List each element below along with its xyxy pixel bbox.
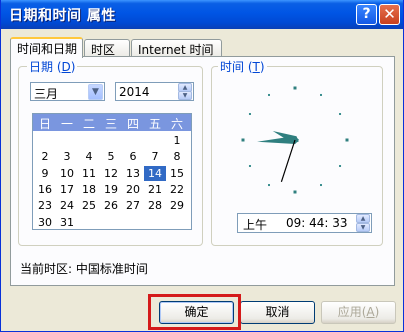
apply-hotkey: A bbox=[366, 305, 375, 319]
help-button[interactable]: ? bbox=[356, 4, 377, 25]
clock-tick bbox=[268, 93, 270, 96]
calendar-day[interactable]: 24 bbox=[56, 198, 78, 213]
clock-tick bbox=[339, 165, 342, 167]
clock-tick bbox=[293, 86, 297, 90]
calendar-day[interactable]: 25 bbox=[78, 198, 100, 213]
chevron-down-icon[interactable]: ▼ bbox=[88, 84, 103, 100]
ampm-value[interactable]: 上午 bbox=[243, 216, 267, 233]
calendar-day[interactable]: 20 bbox=[122, 182, 144, 197]
calendar-day[interactable]: 2 bbox=[34, 149, 56, 164]
calendar-day[interactable]: 7 bbox=[144, 149, 166, 164]
time-field[interactable]: 上午 09: 44: 33 ▲ ▼ bbox=[237, 213, 372, 233]
calendar-day[interactable]: 8 bbox=[166, 149, 188, 164]
calendar-day[interactable]: 18 bbox=[78, 182, 100, 197]
weekday-label: 一 bbox=[60, 117, 73, 131]
calendar-day[interactable]: 29 bbox=[166, 198, 188, 213]
weekday-label: 五 bbox=[148, 117, 161, 131]
window-title: 日期和时间 属性 bbox=[9, 8, 116, 24]
calendar-day[interactable]: 1 bbox=[166, 133, 188, 148]
second-hand bbox=[280, 139, 296, 183]
cancel-button[interactable]: 取消 bbox=[240, 301, 315, 324]
year-value: 2014 bbox=[119, 85, 150, 99]
calendar-day[interactable]: 27 bbox=[122, 198, 144, 213]
current-timezone-text: 当前时区: 中国标准时间 bbox=[20, 262, 148, 276]
month-select[interactable]: 三月 ▼ bbox=[30, 82, 105, 101]
time-value[interactable]: 09: 44: 33 bbox=[286, 216, 348, 230]
analog-clock bbox=[241, 86, 349, 194]
clock-tick bbox=[248, 113, 251, 115]
calendar-day[interactable]: 13 bbox=[122, 166, 144, 181]
calendar-day[interactable]: 6 bbox=[122, 149, 144, 164]
calendar-day[interactable]: 21 bbox=[144, 182, 166, 197]
calendar-day[interactable]: 26 bbox=[100, 198, 122, 213]
calendar-day[interactable]: 5 bbox=[100, 149, 122, 164]
minute-hand bbox=[257, 136, 299, 144]
calendar-day[interactable]: 23 bbox=[34, 198, 56, 213]
time-label-text: 时间 bbox=[220, 60, 245, 74]
spin-down-icon[interactable]: ▼ bbox=[178, 91, 192, 100]
calendar-day[interactable]: 12 bbox=[100, 166, 122, 181]
close-button[interactable]: ✕ bbox=[379, 4, 400, 25]
calendar-day[interactable]: 17 bbox=[56, 182, 78, 197]
calendar-day[interactable]: 31 bbox=[56, 215, 78, 230]
calendar-day[interactable]: 16 bbox=[34, 182, 56, 197]
calendar-day[interactable]: 9 bbox=[34, 166, 56, 181]
tab-internet-time[interactable]: Internet 时间 bbox=[131, 39, 222, 57]
calendar-day[interactable]: 14 bbox=[144, 165, 166, 181]
year-stepper[interactable]: 2014 ▲ ▼ bbox=[115, 82, 194, 101]
clock-tick bbox=[293, 190, 297, 194]
calendar-day[interactable]: 3 bbox=[56, 149, 78, 164]
month-value: 三月 bbox=[34, 87, 59, 101]
time-group-label: 时间 (T) bbox=[218, 58, 267, 75]
time-spin-down-icon[interactable]: ▼ bbox=[356, 223, 370, 232]
tab-time-and-date[interactable]: 时间和日期 bbox=[10, 37, 83, 58]
weekday-label: 三 bbox=[104, 117, 117, 131]
weekday-label: 二 bbox=[82, 117, 95, 131]
clock-tick bbox=[339, 113, 342, 115]
date-hotkey: D bbox=[61, 60, 71, 74]
weekday-label: 六 bbox=[170, 117, 183, 131]
calendar-day[interactable]: 10 bbox=[56, 166, 78, 181]
calendar-day[interactable]: 15 bbox=[166, 166, 188, 181]
tab-timezone[interactable]: 时区 bbox=[84, 39, 130, 57]
weekday-label: 四 bbox=[126, 117, 139, 131]
clock-tick bbox=[248, 165, 251, 167]
calendar-day[interactable]: 28 bbox=[144, 198, 166, 213]
calendar-day[interactable]: 19 bbox=[100, 182, 122, 197]
time-spin-up-icon[interactable]: ▲ bbox=[356, 214, 370, 223]
calendar-grid[interactable]: 日一二三四五六 1 2 3 4 5 6 7 8 9 10 11 12 13 14 15 16 17 18 19 20 2… bbox=[32, 113, 192, 230]
title-bar[interactable]: 日期和时间 属性 ? ✕ bbox=[1, 0, 403, 29]
calendar-day[interactable]: 22 bbox=[166, 182, 188, 197]
clock-tick bbox=[320, 93, 322, 96]
date-group-label: 日期 (D) bbox=[27, 58, 78, 75]
calendar-day[interactable]: 30 bbox=[34, 215, 56, 230]
calendar-day[interactable]: 4 bbox=[78, 149, 100, 164]
date-time-properties-window: 日期和时间 属性 ? ✕ 时间和日期 时区 Internet 时间 日期 (D)… bbox=[0, 0, 404, 332]
calendar-weekday-header: 日一二三四五六 bbox=[33, 114, 191, 131]
clock-tick bbox=[268, 184, 270, 187]
clock-tick bbox=[345, 138, 349, 142]
time-hotkey: T bbox=[252, 60, 260, 74]
calendar-day[interactable]: 11 bbox=[78, 166, 100, 181]
clock-tick bbox=[320, 184, 322, 187]
highlight-box bbox=[148, 294, 241, 330]
apply-button-label: 应用 bbox=[337, 305, 362, 319]
clock-tick bbox=[241, 138, 245, 142]
date-label-text: 日期 bbox=[29, 60, 54, 74]
weekday-label: 日 bbox=[38, 117, 51, 131]
apply-button[interactable]: 应用(A) bbox=[321, 301, 396, 324]
